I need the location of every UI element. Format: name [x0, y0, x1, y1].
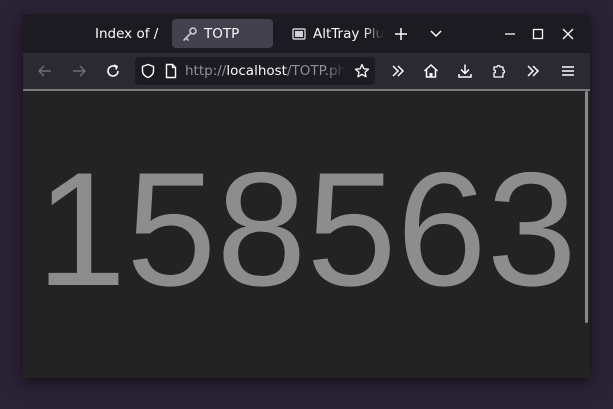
tab-alttray[interactable]: AltTray Plu	[281, 19, 386, 48]
close-icon	[562, 28, 574, 40]
downloads-button[interactable]	[451, 57, 479, 85]
url-host: localhost	[226, 63, 287, 79]
maximize-icon	[532, 28, 544, 40]
url-bar[interactable]: http://localhost/TOTP.ph	[135, 57, 375, 85]
url-path: /TOTP.ph	[286, 63, 347, 79]
overflow-chevron-button[interactable]	[384, 57, 412, 85]
browser-window: Index of / TOTP AltTray Plu http://local…	[23, 15, 590, 378]
plus-icon	[395, 28, 407, 40]
page-content: 158563	[23, 89, 590, 378]
image-icon	[291, 26, 307, 42]
close-window-button[interactable]	[553, 19, 583, 49]
url-text[interactable]: http://localhost/TOTP.ph	[185, 63, 346, 79]
maximize-button[interactable]	[523, 19, 553, 49]
url-scheme: http://	[185, 63, 227, 79]
tab-label: Index of /	[95, 25, 159, 42]
arrow-right-icon	[73, 65, 87, 77]
puzzle-icon	[493, 64, 506, 78]
star-icon	[354, 63, 370, 78]
home-button[interactable]	[417, 57, 445, 85]
page-icon[interactable]	[163, 63, 179, 79]
hamburger-menu-icon	[562, 66, 574, 76]
minimize-button[interactable]	[495, 19, 525, 49]
bookmark-star-button[interactable]	[348, 57, 376, 85]
tab-index[interactable]: Index of /	[85, 19, 173, 48]
reload-button[interactable]	[99, 57, 127, 85]
app-menu-button[interactable]	[554, 57, 582, 85]
tab-totp[interactable]: TOTP	[172, 19, 273, 48]
extensions-button[interactable]	[485, 57, 513, 85]
totp-code: 158563	[36, 139, 577, 320]
shield-icon[interactable]	[140, 63, 156, 79]
vertical-scrollbar[interactable]	[585, 91, 588, 323]
new-tab-button[interactable]	[388, 21, 414, 47]
home-icon	[423, 63, 439, 78]
download-icon	[458, 64, 472, 78]
tab-label: TOTP	[204, 25, 240, 42]
back-button[interactable]	[31, 57, 59, 85]
forward-button[interactable]	[65, 57, 93, 85]
arrow-left-icon	[37, 65, 51, 77]
navigation-toolbar: http://localhost/TOTP.ph	[23, 53, 590, 89]
tab-label: AltTray Plu	[313, 25, 385, 42]
list-tabs-button[interactable]	[423, 21, 449, 47]
double-chevron-right-icon	[527, 65, 540, 77]
minimize-icon	[505, 33, 515, 35]
tab-strip: Index of / TOTP AltTray Plu	[23, 15, 590, 53]
key-icon	[182, 26, 198, 42]
reload-icon	[107, 64, 119, 77]
double-chevron-right-icon	[392, 65, 405, 77]
chevron-down-icon	[430, 30, 442, 38]
more-tools-button[interactable]	[519, 57, 547, 85]
